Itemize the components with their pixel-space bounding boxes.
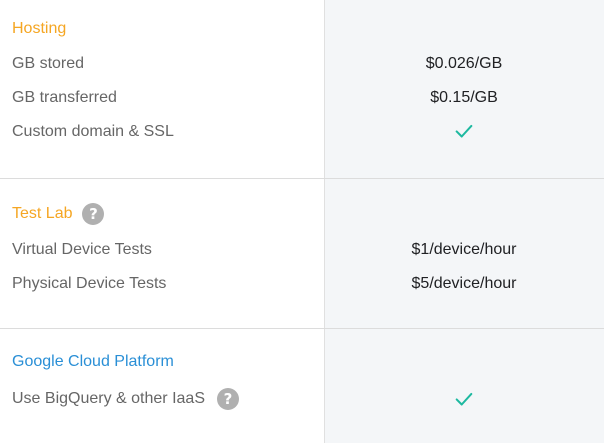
row-label-custom-domain: Custom domain & SSL xyxy=(12,123,174,140)
section-title-text: Google Cloud Platform xyxy=(12,353,174,370)
row-label-text: Use BigQuery & other IaaS xyxy=(12,390,205,407)
row-value-custom-domain xyxy=(324,120,604,147)
section-title-text: Hosting xyxy=(12,20,67,37)
check-icon xyxy=(455,392,473,406)
row-value-physical-device-tests: $5/device/hour xyxy=(411,275,517,292)
row-label-gb-transferred: GB transferred xyxy=(12,89,117,106)
row-value-gb-transferred: $0.15/GB xyxy=(430,89,498,106)
check-icon xyxy=(455,124,473,138)
row-value-virtual-device-tests: $1/device/hour xyxy=(411,241,517,258)
section-title-text: Test Lab xyxy=(12,205,73,222)
section-hosting: Hosting GB stored $0.026/GB GB transferr… xyxy=(0,0,604,178)
section-title-gcp: Google Cloud Platform xyxy=(12,353,174,371)
section-title-hosting: Hosting xyxy=(12,20,66,38)
section-test-lab: Test Lab ? Virtual Device Tests $1/devic… xyxy=(0,178,604,328)
section-title-test-lab: Test Lab ? xyxy=(12,203,105,225)
row-label-bigquery: Use BigQuery & other IaaS ? xyxy=(12,388,239,410)
help-icon[interactable]: ? xyxy=(82,203,105,225)
help-icon[interactable]: ? xyxy=(216,388,239,410)
section-google-cloud-platform: Google Cloud Platform Use BigQuery & oth… xyxy=(0,328,604,443)
row-label-gb-stored: GB stored xyxy=(12,55,85,72)
pricing-table: Hosting GB stored $0.026/GB GB transferr… xyxy=(0,0,604,443)
row-label-physical-device-tests: Physical Device Tests xyxy=(12,275,167,292)
row-value-gb-stored: $0.026/GB xyxy=(425,55,503,72)
row-value-bigquery xyxy=(324,388,604,415)
row-label-virtual-device-tests: Virtual Device Tests xyxy=(12,241,152,258)
